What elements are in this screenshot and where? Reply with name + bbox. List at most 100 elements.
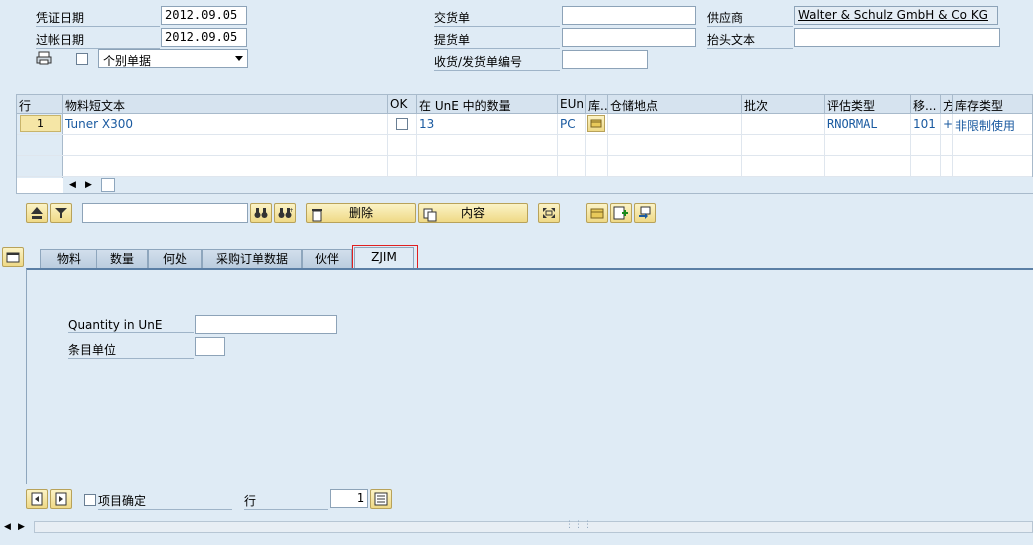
empty-cell xyxy=(417,135,558,156)
scroll-right-icon[interactable]: ▶ xyxy=(85,180,92,190)
contents-button[interactable]: 内容 xyxy=(418,203,528,223)
storage-cell[interactable] xyxy=(586,114,608,135)
col-direction[interactable]: 方 xyxy=(941,95,953,114)
copy-icon xyxy=(423,206,437,224)
stock-type-cell[interactable]: 非限制使用 xyxy=(953,114,1033,135)
expand-button[interactable] xyxy=(538,203,560,223)
line-label: 行 xyxy=(244,492,328,510)
add-item-button[interactable] xyxy=(610,203,632,223)
next-item-button[interactable] xyxy=(50,489,72,509)
storage-loc-cell[interactable] xyxy=(608,114,742,135)
next-page-icon xyxy=(55,492,67,506)
row-line-number[interactable]: 1 xyxy=(20,115,61,132)
tab-partner[interactable]: 伙伴 xyxy=(302,249,352,269)
contents-label: 内容 xyxy=(460,206,485,220)
empty-cell xyxy=(742,135,825,156)
empty-cell xyxy=(941,135,953,156)
delete-button[interactable]: 删除 xyxy=(306,203,416,223)
item-table: 行 物料短文本 OK 在 UnE 中的数量 EUn 库... 仓储地点 批次 评… xyxy=(16,94,1033,194)
col-storage[interactable]: 库... xyxy=(586,95,608,114)
posting-date-field[interactable]: 2012.09.05 xyxy=(161,28,247,47)
item-unit-field[interactable] xyxy=(195,337,225,356)
stock-overview-icon[interactable] xyxy=(587,115,605,132)
col-line[interactable]: 行 xyxy=(17,95,63,114)
material-text-cell[interactable]: Tuner X300 xyxy=(63,114,388,135)
find-button[interactable] xyxy=(250,203,272,223)
scroll-thumb[interactable] xyxy=(101,178,115,192)
scroll-left-icon[interactable]: ◀ xyxy=(69,180,76,190)
doc-date-field[interactable]: 2012.09.05 xyxy=(161,6,247,25)
posting-date-label: 过帐日期 xyxy=(36,31,160,49)
item-ok-checkbox[interactable] xyxy=(84,494,96,506)
item-mode-checkbox[interactable] xyxy=(76,53,88,65)
go-to-line-button[interactable] xyxy=(370,489,392,509)
valuation-type-cell[interactable]: RNORMAL xyxy=(825,114,911,135)
empty-cell xyxy=(742,156,825,177)
header-text-label: 抬头文本 xyxy=(707,31,793,49)
col-storage-loc[interactable]: 仓储地点 xyxy=(608,95,742,114)
scroll-right-icon[interactable]: ▶ xyxy=(18,522,25,532)
col-material-text[interactable]: 物料短文本 xyxy=(63,95,388,114)
tab-where[interactable]: 何处 xyxy=(148,249,202,269)
tab-quantity[interactable]: 数量 xyxy=(96,249,148,269)
ok-checkbox[interactable] xyxy=(396,118,408,130)
stock-button[interactable] xyxy=(586,203,608,223)
empty-cell xyxy=(825,156,911,177)
delivery-note-label: 交货单 xyxy=(434,9,560,27)
expand-icon xyxy=(543,208,555,218)
filter-button[interactable] xyxy=(50,203,72,223)
bill-of-lading-label: 提货单 xyxy=(434,31,560,49)
empty-cell xyxy=(558,135,586,156)
col-batch[interactable]: 批次 xyxy=(742,95,825,114)
sort-icon xyxy=(31,207,43,219)
table-row-empty[interactable] xyxy=(17,135,1032,156)
qty-cell[interactable]: 13 xyxy=(417,114,558,135)
transfer-button[interactable] xyxy=(634,203,656,223)
table-horizontal-scrollbar[interactable]: ◀ ▶ xyxy=(63,177,1033,193)
tab-po-data[interactable]: 采购订单数据 xyxy=(202,249,302,269)
sort-ascending-button[interactable] xyxy=(26,203,48,223)
vendor-field[interactable]: Walter & Schulz GmbH & Co KG xyxy=(794,6,998,25)
transfer-icon xyxy=(639,206,651,219)
tab-menu-button[interactable] xyxy=(2,247,24,267)
scroll-left-icon[interactable]: ◀ xyxy=(4,522,11,532)
unit-cell[interactable]: PC xyxy=(558,114,586,135)
col-movement-type[interactable]: 移... xyxy=(911,95,941,114)
header-text-field[interactable] xyxy=(794,28,1000,47)
tab-material[interactable]: 物料 xyxy=(40,249,98,269)
trash-icon xyxy=(311,206,323,224)
movement-type-cell[interactable]: 101 xyxy=(911,114,941,135)
empty-cell xyxy=(63,156,388,177)
batch-cell[interactable] xyxy=(742,114,825,135)
empty-cell xyxy=(63,135,388,156)
empty-cell xyxy=(586,156,608,177)
col-unit[interactable]: EUn xyxy=(558,95,586,114)
gr-gi-slip-field[interactable] xyxy=(562,50,648,69)
print-icon[interactable] xyxy=(36,51,52,65)
table-header: 行 物料短文本 OK 在 UnE 中的数量 EUn 库... 仓储地点 批次 评… xyxy=(17,95,1032,114)
qty-une-label: Quantity in UnE xyxy=(68,318,194,333)
col-stock-type[interactable]: 库存类型 xyxy=(953,95,1033,114)
table-row-empty[interactable] xyxy=(17,156,1032,177)
find-next-icon: + xyxy=(278,207,293,218)
previous-item-button[interactable] xyxy=(26,489,48,509)
line-field[interactable]: 1 xyxy=(330,489,368,508)
doc-date-label: 凭证日期 xyxy=(36,9,160,27)
col-ok[interactable]: OK xyxy=(388,95,417,114)
item-unit-label: 条目单位 xyxy=(68,341,194,359)
col-valuation-type[interactable]: 评估类型 xyxy=(825,95,911,114)
filter-icon xyxy=(55,208,67,218)
bill-of-lading-field[interactable] xyxy=(562,28,696,47)
delivery-note-field[interactable] xyxy=(562,6,696,25)
gr-gi-slip-label: 收货/发货单编号 xyxy=(434,53,560,71)
toolbar-search-input[interactable] xyxy=(82,203,248,223)
ok-cell[interactable] xyxy=(388,114,417,135)
direction-cell[interactable]: + xyxy=(941,114,953,135)
table-row[interactable]: 1 Tuner X300 13 PC RNORMAL 101 + 非限制使用 xyxy=(17,114,1032,135)
find-next-button[interactable]: + xyxy=(274,203,296,223)
qty-une-field[interactable] xyxy=(195,315,337,334)
header-panel: 凭证日期 2012.09.05 过帐日期 2012.09.05 个别单据 交货单… xyxy=(0,0,1033,86)
item-mode-dropdown[interactable]: 个别单据 xyxy=(98,49,248,68)
page-horizontal-scrollbar[interactable]: ⋮⋮⋮ xyxy=(34,520,1033,533)
col-qty[interactable]: 在 UnE 中的数量 xyxy=(417,95,558,114)
